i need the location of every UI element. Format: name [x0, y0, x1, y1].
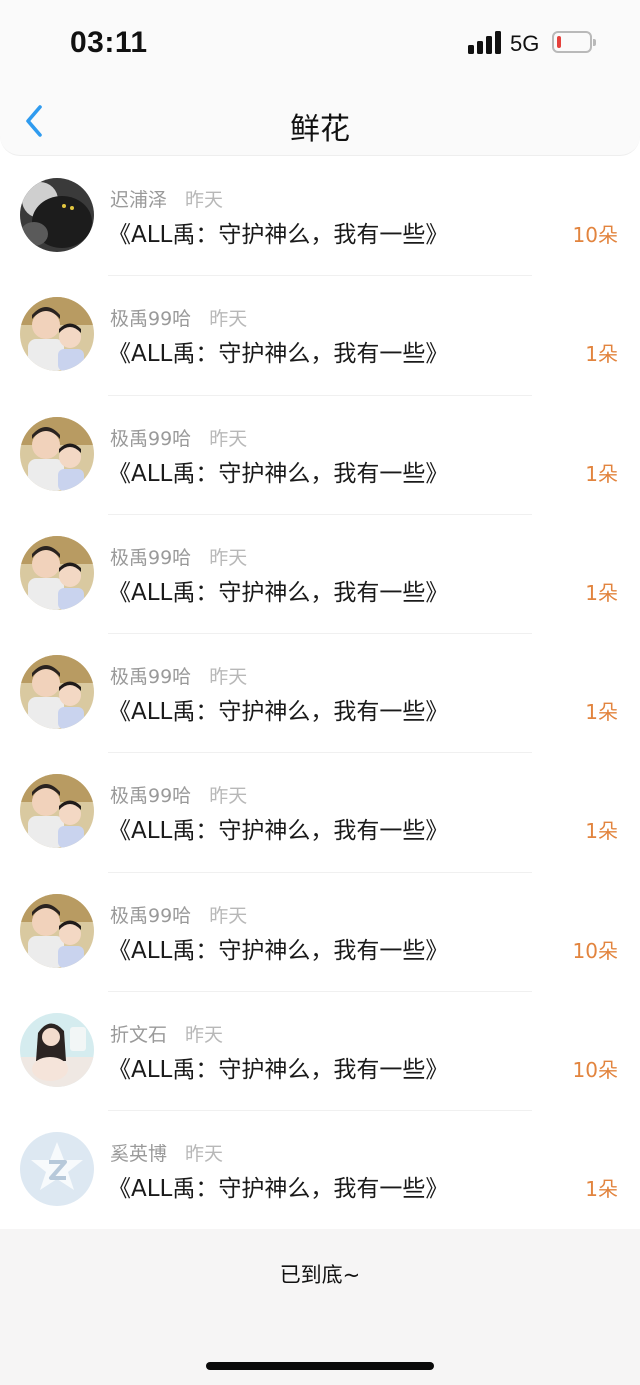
sender-name[interactable]: 奚英博 昨天 [110, 1139, 223, 1166]
avatar[interactable] [20, 535, 94, 610]
battery-level-fill [557, 36, 561, 48]
sender-name[interactable]: 极禹99哈 昨天 [110, 543, 247, 570]
list-item[interactable]: 迟浦泽 昨天《ALL禹：守护神么，我有一些》 10朵 [0, 157, 640, 277]
work-title: 《ALL禹：守护神么，我有一些》 [108, 1176, 449, 1203]
work-title: 《ALL禹：守护神么，我有一些》 [108, 341, 449, 368]
navigation-bar: 鲜花 [0, 88, 640, 156]
work-title: 《ALL禹：守护神么，我有一些》 [108, 937, 449, 964]
timestamp: 昨天 [209, 666, 248, 689]
list-item[interactable]: 折文石 昨天《ALL禹：守护神么，我有一些》 10朵 [0, 992, 640, 1112]
avatar[interactable] [20, 774, 94, 849]
avatar[interactable] [20, 416, 94, 491]
timestamp: 昨天 [209, 785, 248, 808]
flower-count: 10朵 [572, 223, 618, 247]
flower-list: 迟浦泽 昨天 《ALL禹：守护神么，我有一些》 10朵 极禹99哈 昨天 《ALL禹：守护神… [0, 157, 640, 1231]
avatar[interactable] [20, 893, 94, 968]
list-footer: 已到底~ [0, 1229, 640, 1385]
list-item[interactable]: 极禹99哈 昨天《ALL禹：守护神么，我有一些》 10朵 [0, 873, 640, 993]
sender-name[interactable]: 极禹99哈 昨天 [110, 304, 247, 331]
list-item[interactable]: 极禹99哈 昨天《ALL禹：守护神么，我有一些》 1朵 [0, 753, 640, 873]
sender-name[interactable]: 迟浦泽 昨天 [110, 185, 223, 212]
page-title: 鲜花 [290, 112, 350, 147]
list-item[interactable]: 极禹99哈 昨天《ALL禹：守护神么，我有一些》 1朵 [0, 515, 640, 635]
work-title: 《ALL禹：守护神么，我有一些》 [108, 699, 449, 726]
home-indicator[interactable] [206, 1362, 434, 1370]
work-title: 《ALL禹：守护神么，我有一些》 [108, 1057, 449, 1084]
end-of-list-text: 已到底~ [279, 1263, 361, 1287]
sender-name[interactable]: 极禹99哈 昨天 [110, 901, 247, 928]
sender-name[interactable]: 极禹99哈 昨天 [110, 424, 247, 451]
status-bar: 03:11 5G [0, 0, 640, 88]
flower-count: 1朵 [585, 819, 618, 844]
work-title: 《ALL禹：守护神么，我有一些》 [108, 579, 449, 606]
sender-name[interactable]: 折文石 昨天 [110, 1020, 223, 1047]
flower-count: 1朵 [585, 461, 618, 486]
cellular-signal-icon [468, 30, 502, 54]
timestamp: 昨天 [185, 189, 224, 211]
sender-name[interactable]: 极禹99哈 昨天 [110, 662, 247, 689]
list-item[interactable]: 极禹99哈 昨天《ALL禹：守护神么，我有一些》 1朵 [0, 276, 640, 396]
status-time: 03:11 [70, 26, 148, 59]
timestamp: 昨天 [209, 427, 248, 450]
timestamp: 昨天 [185, 1024, 224, 1047]
battery-icon [552, 31, 596, 53]
sender-name[interactable]: 极禹99哈 昨天 [110, 781, 247, 808]
timestamp: 昨天 [209, 904, 248, 927]
avatar[interactable] [20, 1013, 94, 1088]
work-title: 《ALL禹：守护神么，我有一些》 [108, 222, 449, 248]
flower-count: 10朵 [572, 1058, 618, 1083]
avatar[interactable] [20, 178, 94, 252]
timestamp: 昨天 [209, 308, 248, 331]
work-title: 《ALL禹：守护神么，我有一些》 [108, 460, 449, 487]
list-item[interactable]: 极禹99哈 昨天《ALL禹：守护神么，我有一些》 1朵 [0, 634, 640, 754]
work-title: 《ALL禹：守护神么，我有一些》 [108, 818, 449, 845]
avatar[interactable] [20, 655, 94, 730]
timestamp: 昨天 [185, 1143, 224, 1166]
flower-count: 1朵 [585, 580, 618, 605]
avatar[interactable] [20, 297, 94, 372]
network-type: 5G [510, 31, 540, 56]
flower-count: 10朵 [572, 938, 618, 963]
flower-count: 1朵 [585, 342, 618, 367]
flower-count: 1朵 [585, 1177, 618, 1202]
timestamp: 昨天 [209, 546, 248, 569]
list-item[interactable]: 奚英博 昨天《ALL禹：守护神么，我有一些》 1朵 [0, 1111, 640, 1230]
flower-count: 1朵 [585, 700, 618, 725]
avatar[interactable] [20, 1132, 94, 1207]
list-item[interactable]: 极禹99哈 昨天《ALL禹：守护神么，我有一些》 1朵 [0, 396, 640, 515]
